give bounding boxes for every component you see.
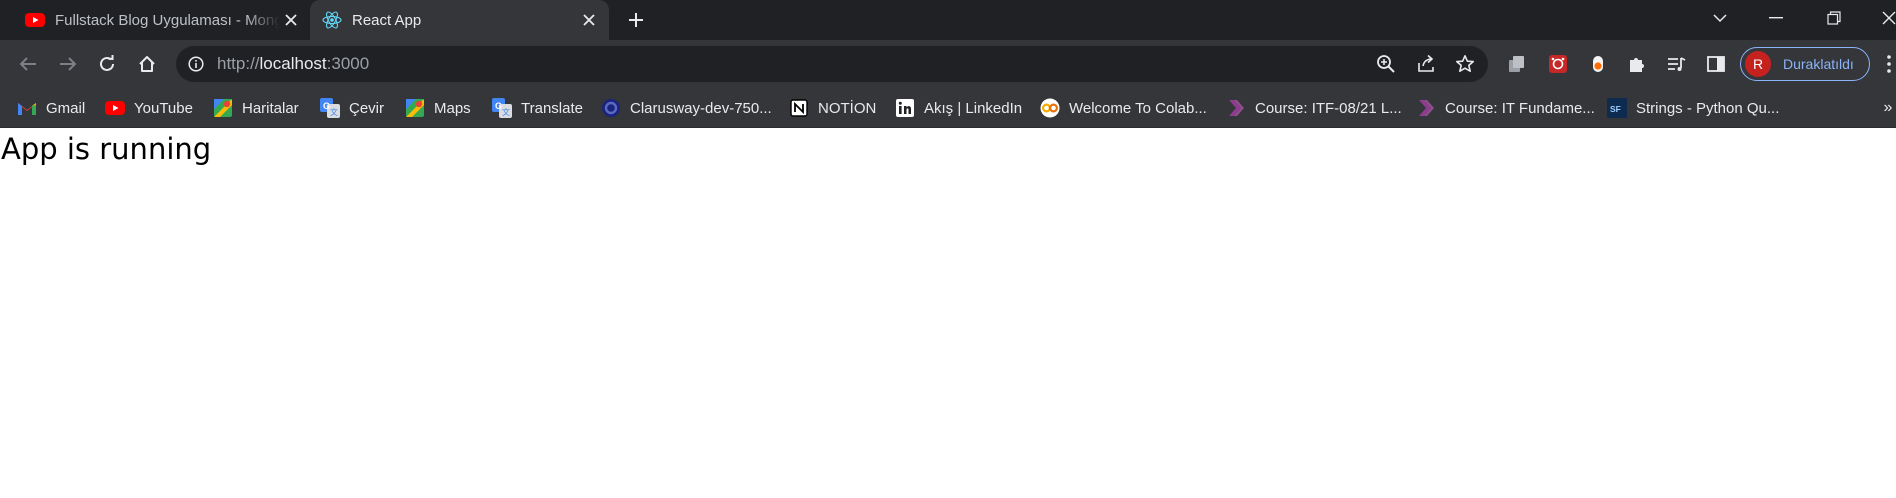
bookmarks-overflow-button[interactable]: »: [1880, 96, 1896, 120]
bookmark-label: Akış | LinkedIn: [924, 99, 1023, 117]
menu-kebab-icon[interactable]: [1882, 52, 1896, 76]
reload-button[interactable]: [91, 48, 123, 80]
extension-red-icon[interactable]: [1546, 52, 1570, 76]
bookmark-gmail[interactable]: Gmail: [17, 96, 85, 120]
home-button[interactable]: [131, 48, 163, 80]
bookmark-label: Strings - Python Qu...: [1636, 99, 1780, 117]
clarusway-icon: [601, 98, 621, 118]
svg-text:G: G: [495, 101, 502, 111]
bookmark-translate[interactable]: G文 Translate: [492, 96, 583, 120]
maps-icon: [213, 98, 233, 118]
bookmark-label: Translate: [521, 99, 583, 117]
url-text[interactable]: http://localhost:3000: [217, 54, 369, 74]
url-host: localhost: [259, 54, 327, 73]
avatar: R: [1745, 51, 1771, 77]
browser-toolbar: http://localhost:3000 R Duraklatıldı: [0, 40, 1896, 88]
close-icon: [1882, 11, 1896, 25]
svg-text:文: 文: [330, 107, 338, 117]
bookmark-maps[interactable]: Maps: [405, 96, 471, 120]
colab-icon: [1040, 98, 1060, 118]
course-icon: [1416, 98, 1436, 118]
bookmark-linkedin[interactable]: Akış | LinkedIn: [895, 96, 1022, 120]
bookmark-label: Gmail: [46, 99, 86, 117]
course-icon: [1226, 98, 1246, 118]
bookmark-haritalar[interactable]: Haritalar: [213, 96, 299, 120]
bookmark-colab[interactable]: Welcome To Colab...: [1040, 96, 1207, 120]
translate-icon: G文: [492, 98, 512, 118]
bookmark-strings-python[interactable]: SF Strings - Python Qu...: [1607, 96, 1779, 120]
back-button[interactable]: [12, 48, 44, 80]
gmail-icon: [17, 98, 37, 118]
bookmark-notion[interactable]: NOTİON: [789, 96, 876, 120]
bookmark-course-itf[interactable]: Course: ITF-08/21 L...: [1226, 96, 1402, 120]
tab-fullstack-blog[interactable]: Fullstack Blog Uygulaması - Mongo: [13, 0, 311, 40]
profile-status-label: Duraklatıldı: [1783, 56, 1854, 72]
arrow-left-icon: [19, 57, 36, 71]
minimize-button[interactable]: [1748, 0, 1804, 36]
bookmark-label: NOTİON: [818, 99, 877, 117]
forward-button[interactable]: [52, 48, 84, 80]
close-icon[interactable]: [280, 9, 302, 31]
bookmark-label: Welcome To Colab...: [1069, 99, 1207, 117]
bookmark-label: Çevir: [349, 99, 385, 117]
tab-strip: Fullstack Blog Uygulaması - Mongo React …: [0, 0, 1896, 40]
close-window-button[interactable]: [1862, 0, 1896, 36]
bookmark-star-icon[interactable]: [1453, 52, 1477, 76]
url-scheme: http://: [217, 54, 260, 73]
plus-icon: [629, 13, 643, 27]
tab-title: React App: [352, 11, 422, 29]
share-icon[interactable]: [1414, 52, 1438, 76]
app-status-message: App is running: [1, 132, 212, 166]
tab-react-app[interactable]: React App: [310, 0, 609, 40]
bookmarks-bar: Gmail YouTube Haritalar G文 Çevir Maps G文…: [0, 88, 1896, 128]
extension-orange-icon[interactable]: [1586, 52, 1610, 76]
restore-button[interactable]: [1806, 0, 1862, 36]
zoom-icon[interactable]: [1374, 52, 1398, 76]
bookmark-clarusway[interactable]: Clarusway-dev-750...: [601, 96, 772, 120]
bookmark-label: Course: ITF-08/21 L...: [1255, 99, 1402, 117]
chevron-down-icon: [1713, 14, 1727, 23]
tab-search-button[interactable]: [1692, 0, 1748, 36]
bookmark-label: Maps: [434, 99, 471, 117]
minimize-icon: [1769, 17, 1783, 19]
bookmark-label: Course: IT Fundame...: [1445, 99, 1595, 117]
svg-text:SF: SF: [1610, 104, 1621, 114]
svg-text:G: G: [323, 101, 330, 111]
reload-icon: [100, 55, 114, 71]
bookmark-youtube[interactable]: YouTube: [105, 96, 193, 120]
home-icon: [139, 56, 155, 72]
arrow-right-icon: [60, 57, 77, 71]
address-bar[interactable]: http://localhost:3000: [176, 46, 1488, 82]
restore-icon: [1827, 11, 1841, 25]
youtube-icon: [25, 10, 45, 30]
site-info-icon[interactable]: [186, 54, 206, 74]
profile-button[interactable]: R Duraklatıldı: [1740, 47, 1870, 81]
extension-copy-icon[interactable]: [1505, 52, 1529, 76]
youtube-icon: [105, 98, 125, 118]
bookmark-course-it-fundamentals[interactable]: Course: IT Fundame...: [1416, 96, 1595, 120]
translate-icon: G文: [320, 98, 340, 118]
close-icon[interactable]: [578, 9, 600, 31]
sf-icon: SF: [1607, 98, 1627, 118]
linkedin-icon: [895, 98, 915, 118]
new-tab-button[interactable]: [622, 8, 650, 32]
page-content: App is running: [0, 128, 1896, 498]
tab-title: Fullstack Blog Uygulaması - Mongo: [55, 11, 280, 29]
bookmark-label: YouTube: [134, 99, 193, 117]
bookmark-label: Clarusway-dev-750...: [630, 99, 772, 117]
bookmark-cevir[interactable]: G文 Çevir: [320, 96, 384, 120]
side-panel-icon[interactable]: [1704, 52, 1728, 76]
url-port: :3000: [326, 54, 370, 73]
svg-text:文: 文: [502, 107, 510, 117]
notion-icon: [789, 98, 809, 118]
media-queue-icon[interactable]: [1664, 52, 1688, 76]
extensions-puzzle-icon[interactable]: [1625, 52, 1649, 76]
bookmark-label: Haritalar: [242, 99, 299, 117]
react-icon: [322, 10, 342, 30]
maps-icon: [405, 98, 425, 118]
